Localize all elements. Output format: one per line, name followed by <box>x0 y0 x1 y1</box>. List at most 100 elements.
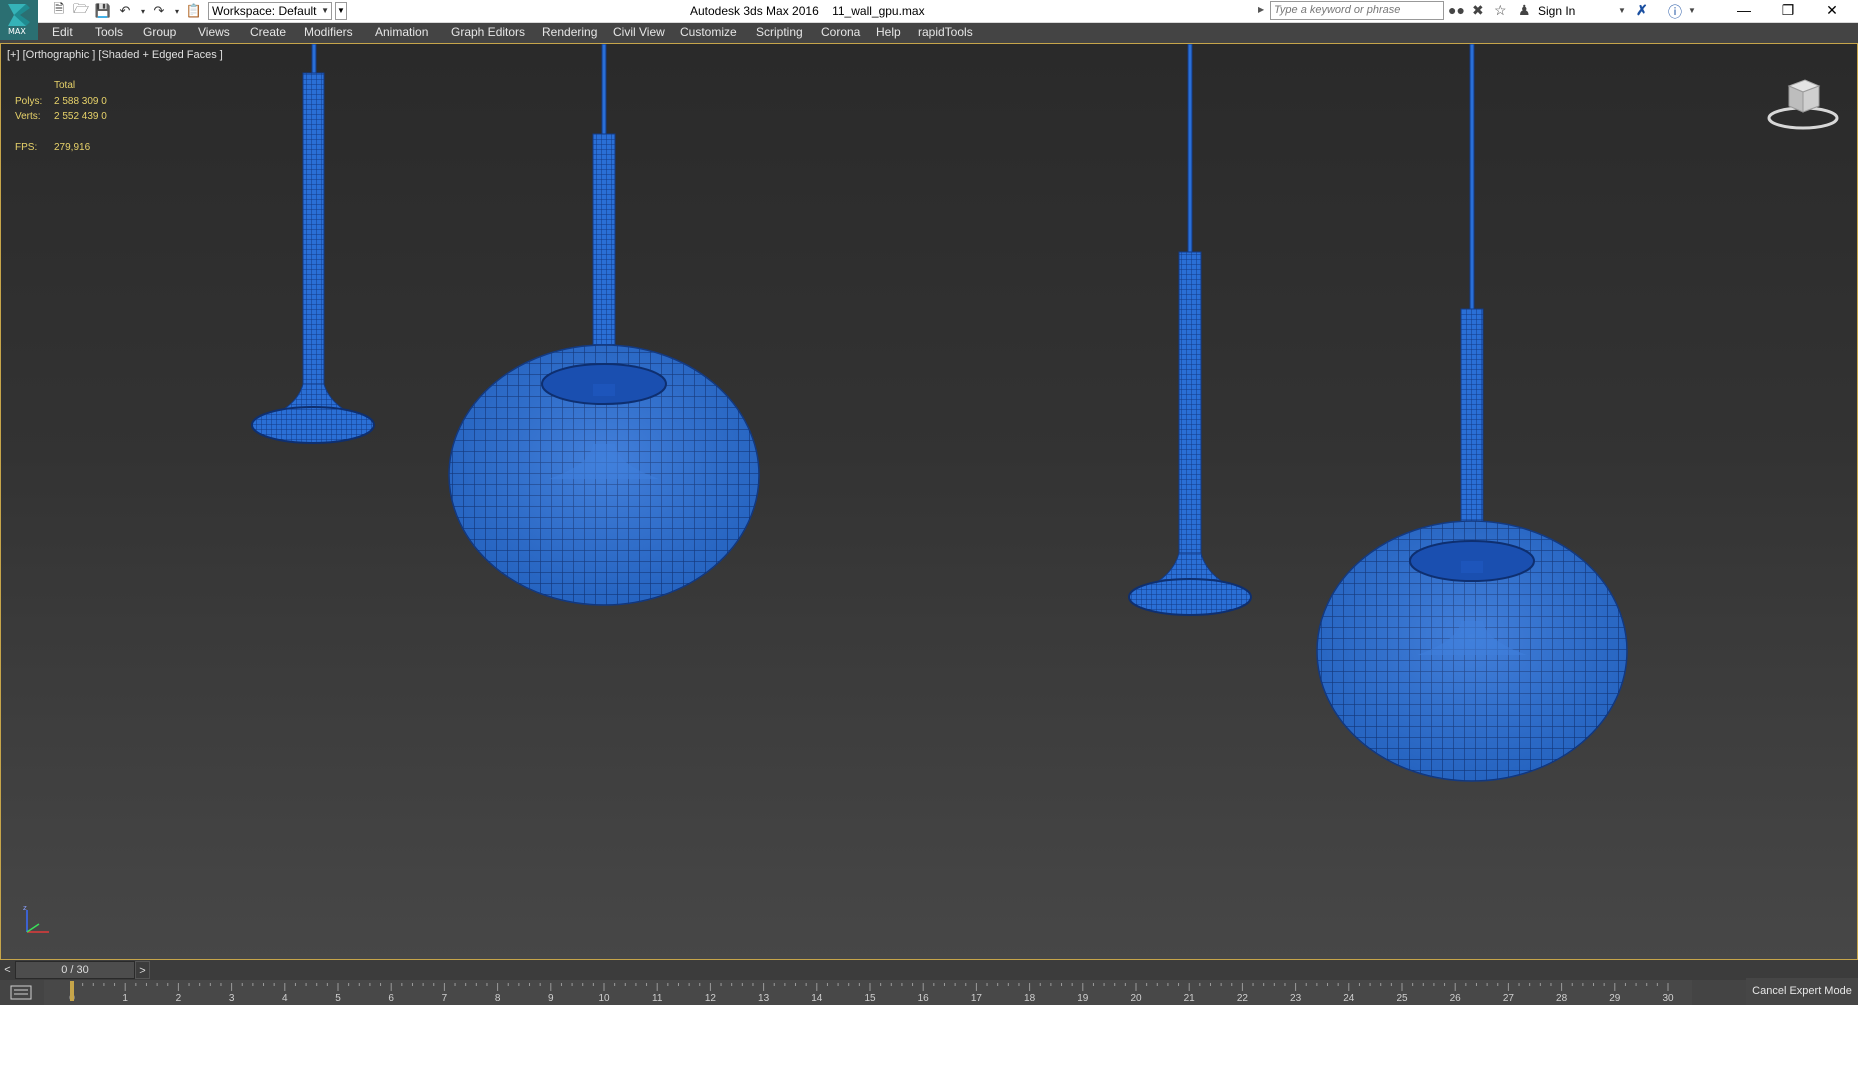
ruler-tick-label: 26 <box>1450 993 1462 1004</box>
close-button[interactable]: ✕ <box>1810 0 1854 22</box>
ruler-tick-label: 22 <box>1237 993 1249 1004</box>
time-slider-track[interactable] <box>152 961 1858 979</box>
ruler-tick-label: 20 <box>1130 993 1142 1004</box>
pendant-lamp-globe-1[interactable] <box>448 44 760 606</box>
workspace-dropdown[interactable]: Workspace: Default ▼ <box>208 2 332 20</box>
menu-rendering[interactable]: Rendering <box>542 25 597 39</box>
viewport-label[interactable]: [+] [Orthographic ] [Shaded + Edged Face… <box>7 49 223 61</box>
ruler-tick-label: 29 <box>1609 993 1621 1004</box>
polys-label: Polys: <box>15 95 43 107</box>
svg-text:z: z <box>23 904 27 912</box>
menu-scripting[interactable]: Scripting <box>756 25 803 39</box>
ruler-tick-label: 1 <box>122 993 128 1004</box>
search-input[interactable]: Type a keyword or phrase <box>1270 1 1444 20</box>
chevron-down-icon: ▼ <box>321 6 329 15</box>
ruler-tick-label: 14 <box>811 993 823 1004</box>
ruler-tick-label: 28 <box>1556 993 1568 1004</box>
app-title: Autodesk 3ds Max 2016 <box>690 4 819 18</box>
workspace-label: Workspace: Default <box>212 4 317 18</box>
time-slider-prev-button[interactable]: < <box>0 961 15 979</box>
minimize-button[interactable]: — <box>1722 0 1766 22</box>
max-logo-icon <box>8 4 30 26</box>
menu-views[interactable]: Views <box>198 25 230 39</box>
track-bar: 0123456789101112131415161718192021222324… <box>0 980 1858 1005</box>
user-icon[interactable]: ♟ <box>1518 2 1531 19</box>
ruler-tick-label: 25 <box>1396 993 1408 1004</box>
menu-edit[interactable]: Edit <box>52 25 73 39</box>
ruler-tick-label: 3 <box>229 993 235 1004</box>
menu-graph-editors[interactable]: Graph Editors <box>451 25 525 39</box>
scene-render <box>251 44 1628 782</box>
redo-dropdown-icon[interactable]: ▾ <box>168 2 186 20</box>
menu-help[interactable]: Help <box>876 25 901 39</box>
pendant-lamp-cone-1[interactable] <box>251 44 375 444</box>
pendant-lamp-globe-2[interactable] <box>1316 44 1628 782</box>
verts-value: 2 552 439 0 <box>54 111 107 122</box>
save-file-icon[interactable]: 💾 <box>94 2 112 20</box>
fps-value: 279,916 <box>54 142 91 153</box>
menu-civil-view[interactable]: Civil View <box>613 25 665 39</box>
search-expand-icon[interactable]: ▶ <box>1258 5 1264 14</box>
timeline-ruler[interactable]: 0123456789101112131415161718192021222324… <box>44 980 1694 1005</box>
menu-corona[interactable]: Corona <box>821 25 860 39</box>
exchange-apps-icon[interactable]: ✗ <box>1636 2 1648 19</box>
ruler-tick-label: 8 <box>495 993 501 1004</box>
ruler-tick-label: 30 <box>1662 993 1674 1004</box>
ruler-tick-label: 2 <box>176 993 182 1004</box>
mini-curve-editor-icon[interactable] <box>10 985 32 1000</box>
ruler-tick-label: 16 <box>918 993 930 1004</box>
new-file-icon[interactable]: 🗎 <box>50 1 68 20</box>
time-slider: < 0 / 30 > <box>0 960 1858 980</box>
menu-bar: Edit Tools Group Views Create Modifiers … <box>0 23 1858 43</box>
ruler-tick-label: 17 <box>971 993 983 1004</box>
ruler-tick-label: 6 <box>388 993 394 1004</box>
logo-text: MAX <box>8 27 26 36</box>
help-dropdown-icon[interactable]: ▼ <box>1688 6 1696 15</box>
project-folder-icon[interactable]: 📋 <box>185 2 203 20</box>
restore-button[interactable]: ❐ <box>1766 0 1810 22</box>
viewport-orthographic[interactable]: [+] [Orthographic ] [Shaded + Edged Face… <box>0 43 1858 960</box>
menu-animation[interactable]: Animation <box>375 25 428 39</box>
time-slider-thumb[interactable]: 0 / 30 <box>15 961 135 979</box>
axis-tripod-icon: z <box>23 904 49 933</box>
menu-modifiers[interactable]: Modifiers <box>304 25 353 39</box>
chevron-down-icon[interactable]: ▼ <box>1618 6 1626 15</box>
viewcube-icon[interactable] <box>1765 76 1841 132</box>
undo-icon[interactable]: ↶ <box>116 2 134 20</box>
cancel-expert-mode-button[interactable]: Cancel Expert Mode <box>1746 978 1858 1005</box>
sign-in-link[interactable]: Sign In <box>1538 4 1575 18</box>
favorites-star-icon[interactable]: ☆ <box>1494 2 1507 19</box>
menu-rapidtools[interactable]: rapidTools <box>918 25 973 39</box>
help-icon[interactable]: ⓘ <box>1668 2 1682 22</box>
binoculars-icon[interactable]: ●● <box>1448 2 1465 18</box>
stats-header: Total <box>54 80 76 91</box>
title-bar: MAX 🗎 🗁 💾 ↶ ▾ ↷ ▾ 📋 Workspace: Default ▼… <box>0 0 1858 40</box>
menu-group[interactable]: Group <box>143 25 176 39</box>
ruler-tick-label: 10 <box>598 993 610 1004</box>
ruler-tick-label: 13 <box>758 993 770 1004</box>
communication-center-icon[interactable]: ✖ <box>1472 2 1484 19</box>
verts-label: Verts: <box>15 111 41 122</box>
customize-toolbar-dropdown[interactable]: ▼ <box>335 2 347 20</box>
menu-create[interactable]: Create <box>250 25 286 39</box>
ruler-tick-label: 7 <box>442 993 448 1004</box>
pendant-lamp-cone-2[interactable] <box>1128 44 1252 616</box>
open-file-icon[interactable]: 🗁 <box>72 1 90 20</box>
fps-label: FPS: <box>15 142 38 153</box>
ruler-tick-label: 9 <box>548 993 554 1004</box>
ruler-tick-label: 19 <box>1077 993 1089 1004</box>
menu-customize[interactable]: Customize <box>680 25 737 39</box>
window-title: Autodesk 3ds Max 2016 11_wall_gpu.max <box>690 4 925 18</box>
menu-tools[interactable]: Tools <box>95 25 123 39</box>
application-button[interactable]: MAX <box>0 0 38 40</box>
ruler-tick-label: 18 <box>1024 993 1036 1004</box>
ruler-tick-label: 23 <box>1290 993 1302 1004</box>
app-window: MAX 🗎 🗁 💾 ↶ ▾ ↷ ▾ 📋 Workspace: Default ▼… <box>0 0 1858 1080</box>
polys-value: 2 588 309 0 <box>54 95 107 107</box>
ruler-tick-label: 12 <box>705 993 717 1004</box>
current-frame-marker[interactable] <box>70 981 74 1001</box>
ruler-tick-label: 11 <box>652 993 663 1004</box>
redo-icon[interactable]: ↷ <box>150 2 168 20</box>
ruler-tick-label: 24 <box>1343 993 1355 1004</box>
time-slider-next-button[interactable]: > <box>135 961 150 979</box>
